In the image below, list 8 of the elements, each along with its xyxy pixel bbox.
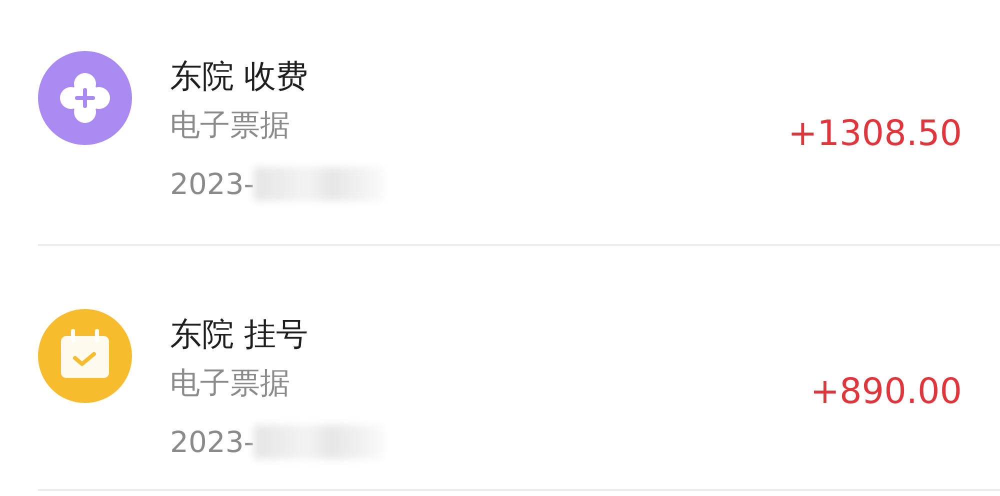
record-title: 东院 挂号 bbox=[170, 314, 310, 354]
record-title: 东院 收费 bbox=[170, 56, 310, 97]
record-date: 2023- bbox=[170, 424, 254, 460]
record-type: 电子票据 bbox=[170, 107, 291, 145]
record-amount: +1308.50 bbox=[788, 114, 962, 154]
record-type: 电子票据 bbox=[170, 364, 291, 402]
record-amount: +890.00 bbox=[810, 372, 962, 412]
record-date: 2023- bbox=[170, 166, 254, 203]
